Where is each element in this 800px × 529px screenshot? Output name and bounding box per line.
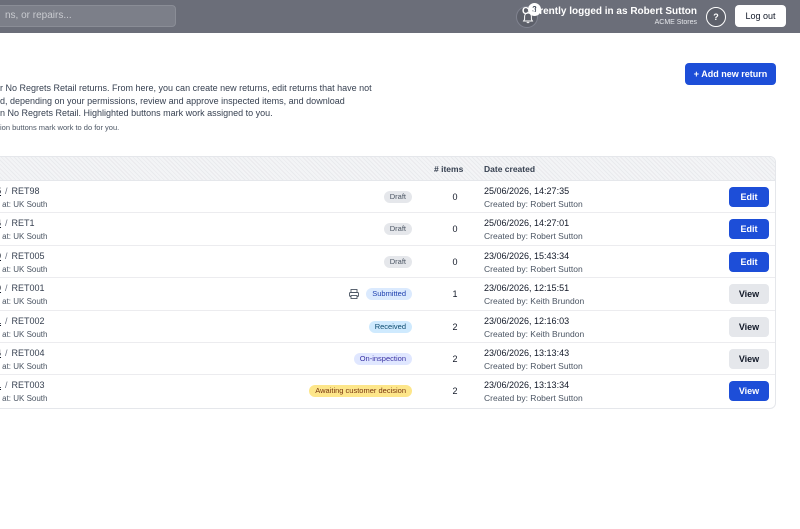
return-code: RET1 (11, 218, 35, 229)
table-row: 34 /RET1 ed at: UK South Draft 0 25/06/2026, … (0, 213, 775, 246)
date-created: 23/06/2026, 13:13:43 (484, 348, 570, 358)
return-location: ed at: UK South (0, 264, 48, 274)
view-button[interactable]: View (729, 284, 769, 305)
status-badge: Awaiting customer decision (309, 385, 412, 398)
return-location: ed at: UK South (0, 200, 48, 209)
edit-button[interactable]: Edit (729, 187, 769, 207)
help-button[interactable]: ? (706, 7, 726, 27)
edit-button[interactable]: Edit (729, 251, 769, 272)
return-location: ed at: UK South (0, 329, 48, 339)
table-row: 35 /RET98 ed at: UK South Draft 0 25/06/2026,… (0, 181, 775, 214)
return-code: RET003 (11, 380, 45, 391)
return-reference: 20 /RET001 (0, 283, 45, 293)
return-location: ed at: UK South (0, 362, 48, 371)
printer-icon[interactable] (348, 288, 360, 300)
status-badge: On-inspection (353, 353, 412, 365)
reference-separator: / (5, 250, 8, 261)
top-bar: ns, or repairs... 3 Currently logged in … (0, 0, 800, 33)
item-count: 2 (452, 321, 458, 332)
created-by: Created by: Keith Brundon (484, 296, 585, 307)
return-number-link[interactable]: 34 (0, 218, 1, 228)
store-name: ACME Stores (654, 19, 697, 26)
return-code: RET005 (11, 250, 45, 261)
return-reference: 39 /RET005 (0, 251, 45, 261)
return-reference: 31 /RET003 (0, 380, 45, 390)
item-count: 2 (452, 354, 458, 364)
item-count: 0 (452, 224, 458, 235)
status-badge: Received (368, 320, 412, 333)
reference-separator: / (5, 380, 8, 391)
return-number-link[interactable]: 35 (0, 186, 1, 196)
return-reference: 34 /RET1 (0, 218, 35, 228)
reference-separator: / (5, 348, 8, 358)
date-created: 25/06/2026, 14:27:01 (484, 218, 570, 229)
add-new-return-button[interactable]: + Add new return (685, 63, 776, 85)
table-row: 34 /RET004 ed at: UK South On-inspection 2 23… (0, 343, 775, 376)
date-created: 23/06/2026, 13:13:34 (484, 380, 570, 391)
created-by: Created by: Robert Sutton (484, 393, 583, 404)
logout-button[interactable]: Log out (735, 5, 786, 27)
return-code: RET002 (11, 315, 45, 326)
status-badge: Draft (383, 255, 412, 268)
created-by: Created by: Robert Sutton (484, 231, 583, 242)
return-number-link[interactable]: 31 (0, 380, 1, 390)
intro-line: d, depending on your permissions, review… (0, 95, 345, 106)
search-input[interactable]: ns, or repairs... (0, 5, 176, 27)
table-header: # items Date created (0, 157, 775, 181)
created-by: Created by: Robert Sutton (484, 361, 583, 371)
return-number-link[interactable]: 21 (0, 316, 1, 326)
reference-separator: / (5, 315, 8, 326)
return-number-link[interactable]: 20 (0, 283, 1, 293)
column-header-date: Date created (484, 164, 536, 174)
item-count: 1 (452, 289, 458, 300)
return-reference: 35 /RET98 (0, 186, 40, 196)
date-created: 25/06/2026, 14:27:35 (484, 186, 570, 196)
return-code: RET001 (11, 283, 45, 294)
reference-separator: / (5, 283, 8, 294)
date-created: 23/06/2026, 15:43:34 (484, 250, 570, 261)
return-number-link[interactable]: 39 (0, 251, 1, 261)
return-code: RET004 (11, 348, 45, 358)
user-info: Currently logged in as Robert Sutton ACM… (522, 6, 697, 28)
table-row: 31 /RET003 ed at: UK South Awaiting custome… (0, 375, 775, 407)
created-by: Created by: Keith Brundon (484, 328, 585, 339)
return-reference: 34 /RET004 (0, 348, 45, 358)
table-row: 21 /RET002 ed at: UK South Received 2 23/06/2… (0, 311, 775, 343)
status-badge: Submitted (366, 288, 412, 301)
status-badge: Draft (383, 223, 412, 236)
intro-note: ion buttons mark work to do for you. (0, 122, 120, 132)
intro-text: r No Regrets Retail returns. From here, … (0, 82, 380, 134)
table-row: 39 /RET005 ed at: UK South Draft 0 23/06/2026… (0, 246, 775, 279)
return-reference: 21 /RET002 (0, 316, 45, 326)
item-count: 0 (452, 256, 458, 267)
created-by: Created by: Robert Sutton (484, 263, 583, 274)
intro-line: n No Regrets Retail. Highlighted buttons… (0, 108, 273, 118)
return-location: ed at: UK South (0, 232, 48, 242)
table-row: 20 /RET001 ed at: UK South Submitted 1 23/06/… (0, 278, 775, 311)
item-count: 0 (452, 192, 458, 202)
date-created: 23/06/2026, 12:16:03 (484, 315, 570, 326)
item-count: 2 (452, 386, 458, 397)
edit-button[interactable]: Edit (729, 219, 769, 240)
view-button[interactable]: View (729, 316, 769, 337)
view-button[interactable]: View (729, 349, 769, 369)
logged-in-text: Currently logged in as Robert Sutton (521, 6, 697, 17)
column-header-items: # items (434, 164, 464, 174)
status-badge: Draft (383, 191, 412, 203)
return-code: RET98 (11, 186, 40, 196)
intro-line: r No Regrets Retail returns. From here, … (0, 83, 372, 93)
date-created: 23/06/2026, 12:15:51 (484, 283, 570, 294)
return-number-link[interactable]: 34 (0, 348, 1, 358)
view-button[interactable]: View (729, 381, 769, 402)
return-location: ed at: UK South (0, 297, 48, 307)
returns-table: # items Date created 35/RET98ed at: UK S… (0, 156, 776, 409)
return-location: ed at: UK South (0, 394, 48, 404)
created-by: Created by: Robert Sutton (484, 199, 583, 209)
reference-separator: / (5, 186, 8, 196)
reference-separator: / (5, 218, 8, 229)
